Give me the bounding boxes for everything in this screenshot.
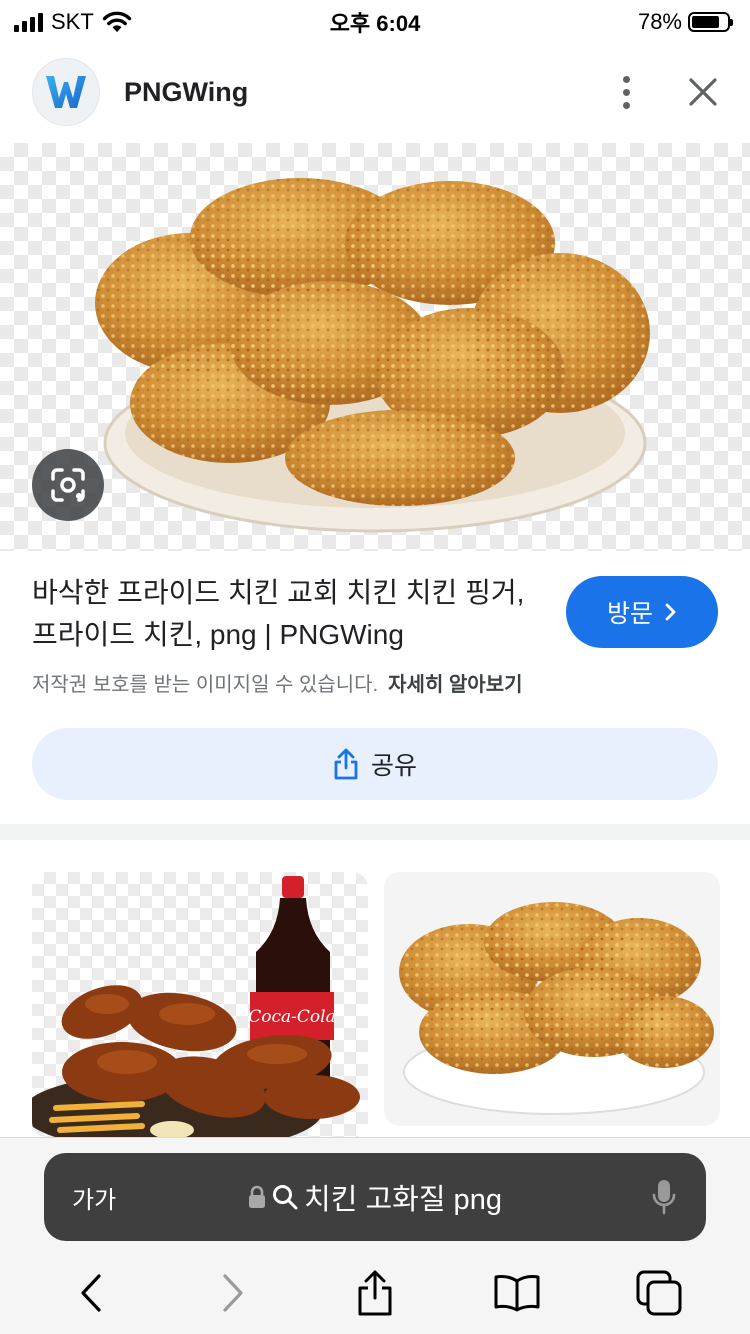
status-left: SKT [14, 9, 132, 35]
lock-icon [249, 1185, 266, 1208]
chevron-left-icon [81, 1274, 101, 1312]
visit-label: 방문 [606, 600, 653, 628]
status-bar: SKT 오후 6:04 78% [0, 0, 750, 44]
lens-icon [51, 468, 85, 502]
book-icon [494, 1275, 540, 1312]
battery-icon [688, 12, 733, 32]
browser-toolbar [0, 1262, 750, 1324]
browser-bottom-bar: 가가 치킨 고화질 png [0, 1137, 750, 1334]
cellular-signal-icon [14, 12, 43, 32]
copyright-notice: 저작권 보호를 받는 이미지일 수 있습니다. 자세히 알아보기 [32, 668, 718, 697]
close-icon[interactable] [688, 77, 718, 107]
cola-logo-text: Coca-Cola [248, 1007, 335, 1027]
chevron-right-icon [223, 1274, 243, 1312]
site-name: PNGWing [124, 76, 249, 107]
lens-search-button[interactable] [32, 449, 104, 521]
image-preview[interactable] [0, 143, 750, 551]
microphone-icon[interactable] [652, 1179, 676, 1215]
visit-button[interactable]: 방문 [566, 576, 718, 648]
forward-button[interactable] [203, 1263, 263, 1323]
section-divider [0, 824, 750, 840]
header-actions [616, 75, 718, 109]
text-size-button[interactable]: 가가 [72, 1180, 116, 1215]
site-header: PNGWing [0, 54, 750, 130]
related-image-card[interactable]: Coca-Cola [32, 872, 368, 1138]
fried-chicken-plate-image [399, 902, 714, 1115]
tabs-button[interactable] [629, 1263, 689, 1323]
wifi-icon [102, 11, 131, 32]
share-button[interactable]: 공유 [32, 728, 718, 800]
related-images: Coca-Cola [32, 872, 720, 1138]
tabs-icon [636, 1270, 682, 1316]
result-info: 바삭한 프라이드 치킨 교회 치킨 치킨 핑거, 프라이드 치킨, png | … [32, 572, 718, 697]
address-bar[interactable]: 가가 치킨 고화질 png [44, 1153, 706, 1241]
learn-more-link[interactable]: 자세히 알아보기 [388, 674, 522, 696]
fried-chicken-image [95, 178, 650, 533]
share-icon [334, 748, 358, 780]
result-title[interactable]: 바삭한 프라이드 치킨 교회 치킨 치킨 핑거, 프라이드 치킨, png | … [32, 572, 542, 656]
chicken-wings-with-cola-image: Coca-Cola [32, 876, 360, 1138]
site-logo[interactable] [32, 58, 100, 126]
pngwing-logo-icon [46, 76, 86, 108]
status-right: 78% [637, 9, 733, 35]
chevron-right-icon [665, 603, 676, 621]
related-image-card[interactable] [384, 872, 720, 1126]
back-button[interactable] [61, 1263, 121, 1323]
battery-percent: 78% [637, 9, 682, 34]
search-query: 치킨 고화질 png [304, 1184, 502, 1216]
share-page-button[interactable] [345, 1263, 405, 1323]
bookmarks-button[interactable] [487, 1263, 547, 1323]
address-bar-center: 치킨 고화질 png [44, 1176, 706, 1218]
more-options-icon[interactable] [616, 75, 636, 109]
search-icon [273, 1185, 298, 1210]
share-label: 공유 [370, 752, 417, 780]
carrier-label: SKT [51, 9, 94, 34]
share-icon [358, 1270, 392, 1316]
copyright-text: 저작권 보호를 받는 이미지일 수 있습니다. [32, 674, 379, 696]
